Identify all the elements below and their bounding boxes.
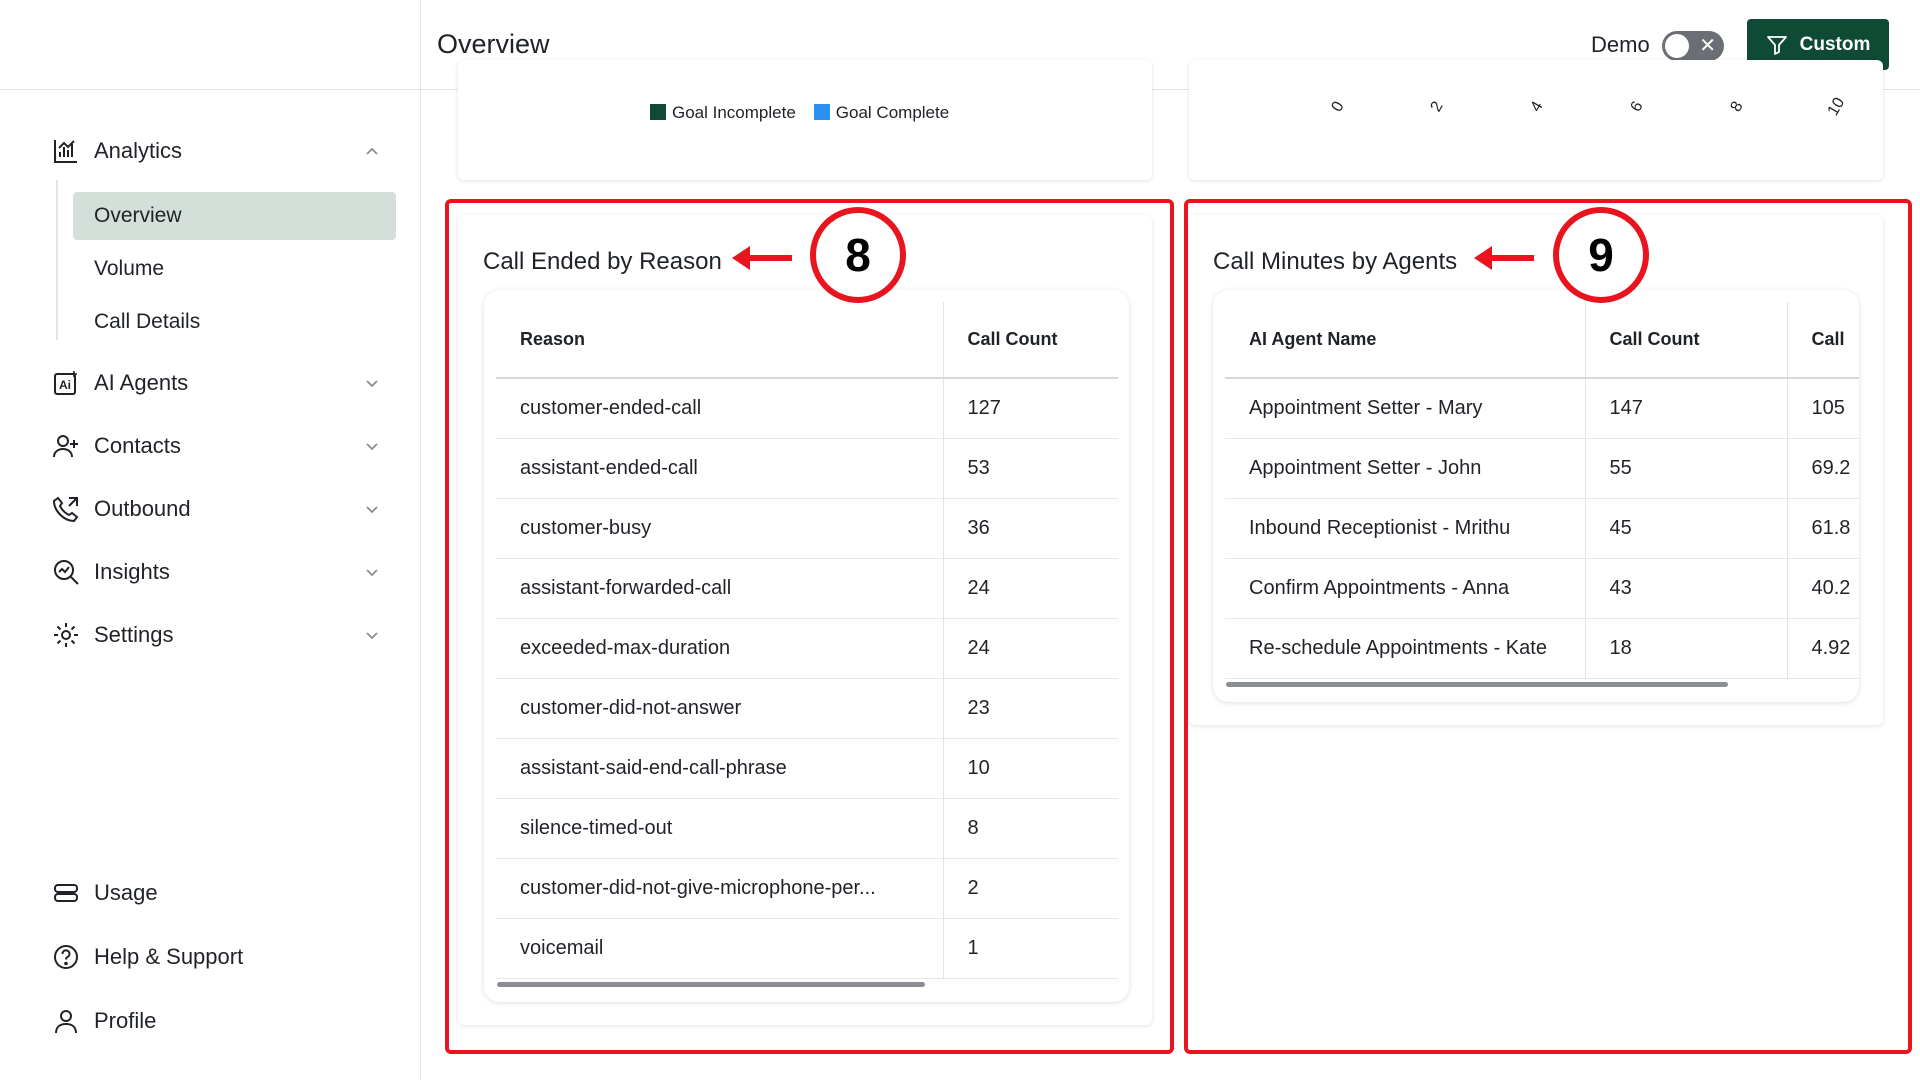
demo-toggle[interactable]: ✕ <box>1662 31 1724 61</box>
sidebar-item-label: Analytics <box>94 138 183 163</box>
chart-legend: Goal Incomplete Goal Complete <box>650 103 949 123</box>
chevron-up-icon[interactable] <box>362 141 382 161</box>
sidebar-item-label: Settings <box>94 622 174 647</box>
user-plus-icon <box>52 432 80 460</box>
toggle-knob <box>1665 34 1689 58</box>
sidebar-item-contacts[interactable]: Contacts <box>52 428 382 464</box>
agent-chart-card <box>1189 60 1883 180</box>
annotation-box-9 <box>1184 199 1912 1054</box>
sidebar-item-label: AI Agents <box>94 370 189 395</box>
sidebar-item-label: Insights <box>94 559 170 584</box>
legend-label: Goal Complete <box>835 103 950 122</box>
close-icon: ✕ <box>1699 35 1716 57</box>
legend-item-goal-incomplete[interactable]: Goal Incomplete <box>650 103 796 123</box>
sidebar-item-label: Help & Support <box>94 944 244 969</box>
sidebar-item-ai-agents[interactable]: Ai AI Agents <box>52 365 382 401</box>
chevron-down-icon[interactable] <box>362 625 382 645</box>
sidebar-item-label: Contacts <box>94 433 181 458</box>
insights-icon <box>52 558 80 586</box>
sidebar-item-outbound[interactable]: Outbound <box>52 491 382 527</box>
usage-icon <box>52 879 80 907</box>
sidebar-header <box>0 0 420 90</box>
chevron-down-icon[interactable] <box>362 436 382 456</box>
gear-icon <box>52 621 80 649</box>
sidebar-item-insights[interactable]: Insights <box>52 554 382 590</box>
demo-label: Demo <box>1591 32 1650 57</box>
sidebar-item-label: Profile <box>94 1008 157 1033</box>
chevron-down-icon[interactable] <box>362 499 382 519</box>
sidebar-item-help-support[interactable]: Help & Support <box>52 939 382 975</box>
annotation-box-8 <box>445 199 1174 1054</box>
page-title: Overview <box>437 29 550 59</box>
arrow-left-icon <box>732 246 792 270</box>
sidebar-subitem-call-details[interactable]: Call Details <box>73 298 396 346</box>
profile-icon <box>52 1007 80 1035</box>
analytics-icon <box>52 137 80 165</box>
svg-text:Ai: Ai <box>59 378 71 392</box>
sidebar-subitem-volume[interactable]: Volume <box>73 245 396 293</box>
legend-swatch <box>813 104 830 120</box>
custom-button-label: Custom <box>1799 33 1871 55</box>
sidebar-subitem-overview[interactable]: Overview <box>73 192 396 240</box>
sidebar-item-label: Outbound <box>94 496 191 521</box>
filter-icon <box>1766 35 1787 55</box>
chevron-down-icon[interactable] <box>362 373 382 393</box>
sidebar-item-usage[interactable]: Usage <box>52 875 382 911</box>
sidebar-item-settings[interactable]: Settings <box>52 617 382 653</box>
arrow-left-icon <box>1474 246 1534 270</box>
subnav-divider <box>56 180 58 340</box>
sidebar: Analytics Overview Volume Call Details A… <box>0 0 421 1080</box>
legend-item-goal-complete[interactable]: Goal Complete <box>813 103 950 123</box>
sidebar-item-profile[interactable]: Profile <box>52 1003 382 1039</box>
ai-icon: Ai <box>52 369 80 397</box>
annotation-badge-8: 8 <box>810 207 906 303</box>
sidebar-item-label: Usage <box>94 880 158 905</box>
legend-label: Goal Incomplete <box>672 103 796 122</box>
phone-outgoing-icon <box>52 495 80 523</box>
sidebar-item-analytics[interactable]: Analytics <box>52 133 382 169</box>
chevron-down-icon[interactable] <box>362 562 382 582</box>
help-icon <box>52 943 80 971</box>
annotation-badge-9: 9 <box>1553 207 1649 303</box>
legend-swatch <box>650 104 666 120</box>
